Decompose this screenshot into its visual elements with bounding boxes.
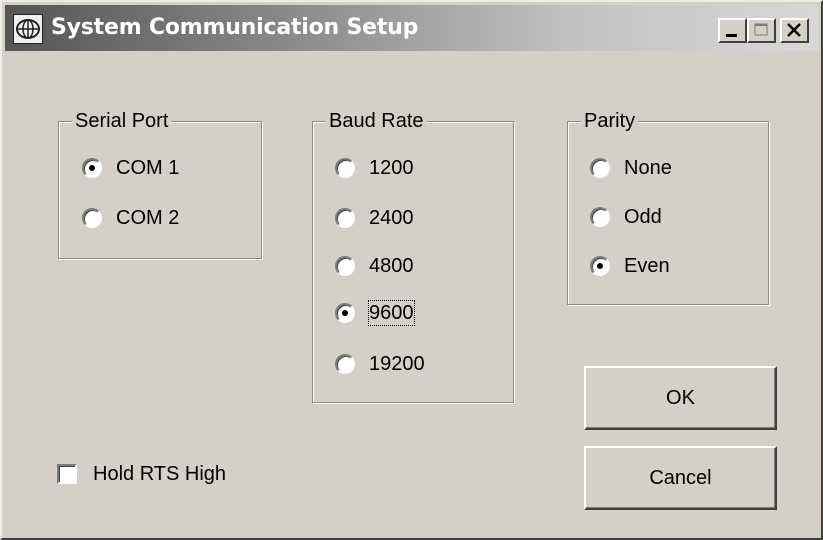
minimize-icon (726, 34, 737, 37)
radio-9600[interactable]: 9600 (335, 299, 415, 327)
radio-button-selected[interactable] (590, 256, 610, 276)
radio-com2[interactable]: COM 2 (82, 204, 179, 232)
radio-button[interactable] (335, 208, 355, 228)
radio-com1[interactable]: COM 1 (82, 154, 179, 182)
window-title: System Communication Setup (51, 15, 419, 40)
radio-button[interactable] (590, 207, 610, 227)
app-icon (13, 14, 43, 44)
cancel-button[interactable]: Cancel (584, 446, 777, 510)
radio-parity-odd[interactable]: Odd (590, 203, 662, 231)
radio-19200[interactable]: 19200 (335, 350, 425, 378)
hold-rts-high-checkbox-row[interactable]: Hold RTS High (57, 460, 226, 488)
parity-legend: Parity (581, 110, 639, 132)
baud-rate-group: Baud Rate 1200 2400 4800 9600 19200 (312, 110, 514, 403)
radio-label-focused: 9600 (368, 300, 415, 326)
dialog-window: System Communication Setup Serial Port C… (0, 0, 823, 540)
radio-2400[interactable]: 2400 (335, 204, 414, 232)
close-button[interactable] (780, 18, 809, 43)
hold-rts-high-label: Hold RTS High (93, 463, 227, 485)
close-icon (787, 23, 801, 37)
radio-button[interactable] (335, 256, 355, 276)
radio-button-selected[interactable] (335, 303, 355, 323)
radio-parity-even[interactable]: Even (590, 252, 670, 280)
serial-port-legend: Serial Port (72, 110, 172, 132)
radio-label: COM 1 (116, 157, 180, 179)
radio-label: None (624, 157, 672, 179)
radio-button[interactable] (335, 158, 355, 178)
radio-label: 1200 (369, 157, 414, 179)
radio-1200[interactable]: 1200 (335, 154, 414, 182)
radio-label: 2400 (369, 207, 414, 229)
radio-label: COM 2 (116, 207, 180, 229)
radio-label: 19200 (369, 353, 425, 375)
ok-button[interactable]: OK (584, 366, 777, 430)
radio-parity-none[interactable]: None (590, 154, 672, 182)
title-bar[interactable]: System Communication Setup (5, 5, 818, 51)
radio-button-selected[interactable] (82, 158, 102, 178)
radio-button[interactable] (590, 158, 610, 178)
radio-4800[interactable]: 4800 (335, 252, 414, 280)
maximize-button[interactable] (747, 18, 776, 43)
radio-button[interactable] (335, 354, 355, 374)
radio-button[interactable] (82, 208, 102, 228)
maximize-icon (754, 23, 768, 36)
radio-label: Even (624, 255, 670, 277)
parity-group: Parity None Odd Even (567, 110, 769, 305)
radio-label: Odd (624, 206, 662, 228)
radio-label: 4800 (369, 255, 414, 277)
minimize-button[interactable] (718, 18, 747, 43)
baud-rate-legend: Baud Rate (326, 110, 427, 132)
serial-port-group: Serial Port COM 1 COM 2 (58, 110, 262, 259)
hold-rts-high-checkbox[interactable] (57, 464, 77, 484)
